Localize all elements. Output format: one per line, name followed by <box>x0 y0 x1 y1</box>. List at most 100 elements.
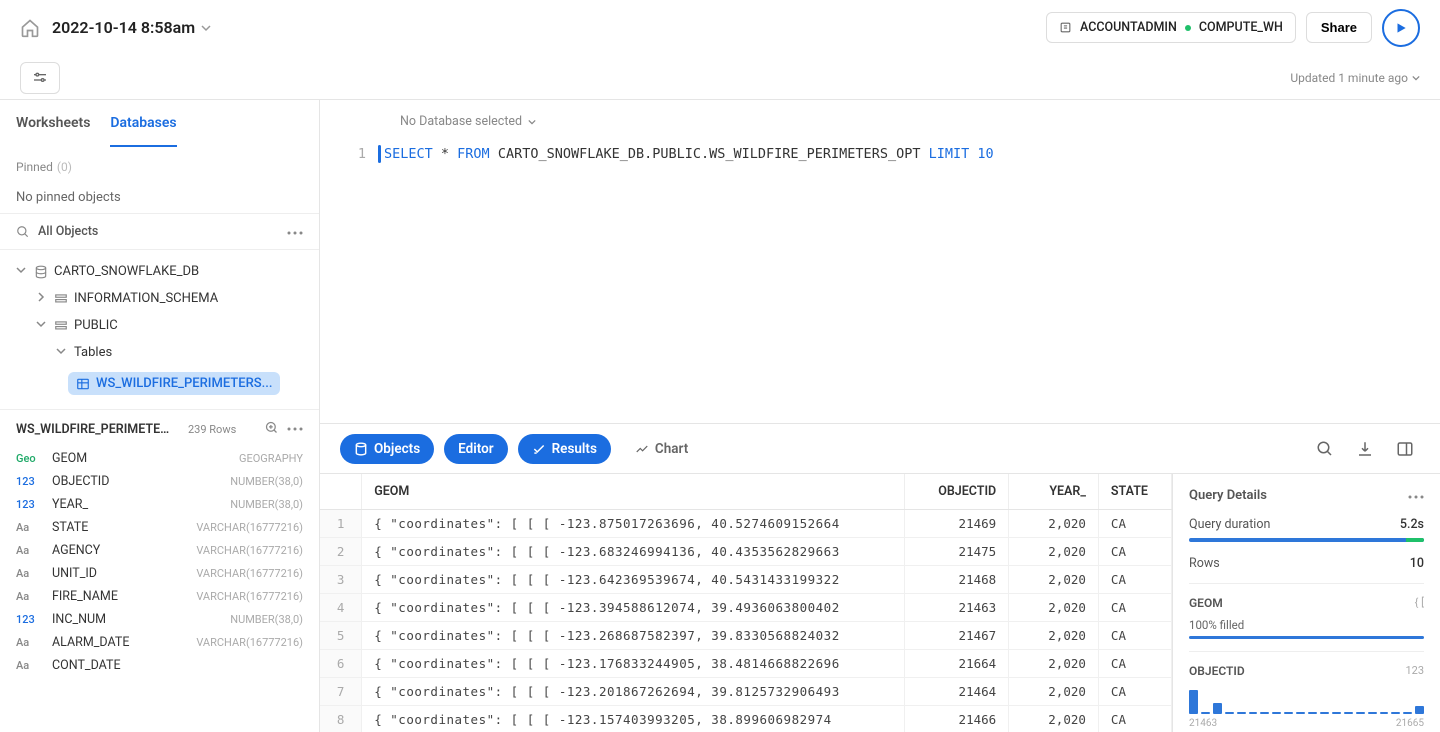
column-row[interactable]: 123INC_NUMNUMBER(38,0) <box>16 608 303 631</box>
preview-icon[interactable] <box>264 420 279 439</box>
column-type-badge: Aa <box>16 544 42 557</box>
column-row[interactable]: Aa STATE VARCHAR(16777216) <box>16 516 303 539</box>
column-type-badge: 123 <box>16 613 42 626</box>
column-name: GEOM <box>52 451 229 466</box>
table-row[interactable]: 4{ "coordinates": [ [ [ -123.39458861207… <box>320 594 1172 622</box>
pinned-count: (0) <box>57 160 72 174</box>
database-selector[interactable]: No Database selected <box>320 100 1440 143</box>
role-label: ACCOUNTADMIN <box>1080 20 1177 35</box>
duration-bar <box>1189 538 1424 542</box>
panel-chart-button[interactable]: Chart <box>621 434 702 464</box>
duration-value: 5.2s <box>1400 517 1424 532</box>
column-row[interactable]: GeoGEOMGEOGRAPHY <box>16 447 303 470</box>
column-row[interactable]: Aa ALARM_DATE VARCHAR(16777216) <box>16 631 303 654</box>
column-row[interactable]: 123OBJECTIDNUMBER(38,0) <box>16 470 303 493</box>
more-icon[interactable] <box>287 224 303 239</box>
worksheet-title[interactable]: 2022-10-14 8:58am <box>52 18 211 37</box>
column-name: ALARM_DATE <box>52 635 186 650</box>
column-type-badge: Aa <box>16 659 42 672</box>
table-row[interactable]: 8{ "coordinates": [ [ [ -123.15740399320… <box>320 706 1172 732</box>
column-dtype: VARCHAR(16777216) <box>196 544 303 557</box>
panel-results-button[interactable]: Results <box>518 434 611 464</box>
table-icon <box>76 377 90 391</box>
chevron-right-icon <box>36 291 48 306</box>
hist-max: 21665 <box>1396 718 1424 729</box>
column-type-badge: Aa <box>16 567 42 580</box>
stat-objectid-name: OBJECTID <box>1189 664 1245 678</box>
table-row[interactable]: 7{ "coordinates": [ [ [ -123.20186726269… <box>320 678 1172 706</box>
stat-objectid-type: 123 <box>1405 664 1424 678</box>
stat-geom-bar <box>1189 636 1424 639</box>
table-row[interactable]: 2{ "coordinates": [ [ [ -123.68324699413… <box>320 538 1172 566</box>
more-icon[interactable] <box>1408 488 1424 503</box>
column-type-badge: Aa <box>16 590 42 603</box>
stat-geom-type: { [ <box>1415 596 1424 610</box>
chevron-down-icon <box>56 345 68 360</box>
table-row[interactable]: 5{ "coordinates": [ [ [ -123.26868758239… <box>320 622 1172 650</box>
query-details-title: Query Details <box>1189 488 1267 503</box>
active-line-marker <box>378 145 381 163</box>
search-results-icon[interactable] <box>1310 434 1340 464</box>
chevron-down-icon <box>201 18 211 37</box>
tree-schema-public[interactable]: PUBLIC <box>0 312 319 339</box>
tree-schema-information[interactable]: INFORMATION_SCHEMA <box>0 285 319 312</box>
sql-editor[interactable]: 1 SELECT * FROM CARTO_SNOWFLAKE_DB.PUBLI… <box>320 143 1440 165</box>
share-button[interactable]: Share <box>1306 12 1372 43</box>
tree-tables-group[interactable]: Tables <box>0 339 319 366</box>
column-type-badge: Aa <box>16 521 42 534</box>
column-type-badge: 123 <box>16 498 42 511</box>
column-dtype: VARCHAR(16777216) <box>196 636 303 649</box>
table-row[interactable]: 1{ "coordinates": [ [ [ -123.87501726369… <box>320 510 1172 538</box>
col-header-state[interactable]: STATE <box>1098 474 1171 510</box>
stat-objectid-histogram <box>1189 686 1424 714</box>
col-header-geom[interactable]: GEOM <box>362 474 905 510</box>
panel-objects-button[interactable]: Objects <box>340 434 434 464</box>
column-dtype: VARCHAR(16777216) <box>196 590 303 603</box>
table-row[interactable]: 6{ "coordinates": [ [ [ -123.17683324490… <box>320 650 1172 678</box>
column-dtype: VARCHAR(16777216) <box>196 567 303 580</box>
search-icon[interactable] <box>16 225 30 239</box>
column-name: CONT_DATE <box>52 658 293 673</box>
column-row[interactable]: 123YEAR_NUMBER(38,0) <box>16 493 303 516</box>
panel-layout-icon[interactable] <box>1390 434 1420 464</box>
panel-editor-button[interactable]: Editor <box>444 434 507 464</box>
column-name: STATE <box>52 520 186 535</box>
database-icon <box>34 265 48 279</box>
context-selector[interactable]: ACCOUNTADMIN COMPUTE_WH <box>1046 12 1296 43</box>
results-table[interactable]: GEOM OBJECTID YEAR_ STATE 1{ "coordinate… <box>320 474 1172 732</box>
col-header-objectid[interactable]: OBJECTID <box>904 474 1008 510</box>
updated-label[interactable]: Updated 1 minute ago <box>1290 71 1420 85</box>
filter-button[interactable] <box>20 62 60 94</box>
tree-table-selected[interactable]: WS_WILDFIRE_PERIMETERS... <box>0 366 319 401</box>
run-button[interactable] <box>1382 9 1420 47</box>
column-row[interactable]: Aa UNIT_ID VARCHAR(16777216) <box>16 562 303 585</box>
stat-geom-fill: 100% filled <box>1189 618 1424 632</box>
column-name: OBJECTID <box>52 474 220 489</box>
column-type-badge: Aa <box>16 636 42 649</box>
home-icon[interactable] <box>20 18 40 38</box>
role-icon <box>1059 21 1072 34</box>
column-dtype: NUMBER(38,0) <box>230 475 303 488</box>
download-icon[interactable] <box>1350 434 1380 464</box>
all-objects-label[interactable]: All Objects <box>38 224 279 239</box>
tree-database[interactable]: CARTO_SNOWFLAKE_DB <box>0 258 319 285</box>
no-pinned-text: No pinned objects <box>16 190 303 205</box>
table-row[interactable]: 3{ "coordinates": [ [ [ -123.64236953967… <box>320 566 1172 594</box>
tab-databases[interactable]: Databases <box>110 101 176 147</box>
column-name: UNIT_ID <box>52 566 186 581</box>
worksheet-title-text: 2022-10-14 8:58am <box>52 18 195 37</box>
chevron-down-icon <box>36 318 48 333</box>
col-header-year[interactable]: YEAR_ <box>1009 474 1099 510</box>
schema-icon <box>54 319 68 333</box>
column-row[interactable]: AaAGENCYVARCHAR(16777216) <box>16 539 303 562</box>
tab-worksheets[interactable]: Worksheets <box>16 101 90 147</box>
column-dtype: NUMBER(38,0) <box>230 613 303 626</box>
column-row[interactable]: Aa CONT_DATE <box>16 654 303 677</box>
table-detail-rows: 239 Rows <box>188 423 236 436</box>
column-dtype: VARCHAR(16777216) <box>196 521 303 534</box>
chevron-down-icon <box>16 264 28 279</box>
more-icon[interactable] <box>287 420 303 439</box>
schema-icon <box>54 292 68 306</box>
hist-min: 21463 <box>1189 718 1217 729</box>
column-row[interactable]: AaFIRE_NAMEVARCHAR(16777216) <box>16 585 303 608</box>
